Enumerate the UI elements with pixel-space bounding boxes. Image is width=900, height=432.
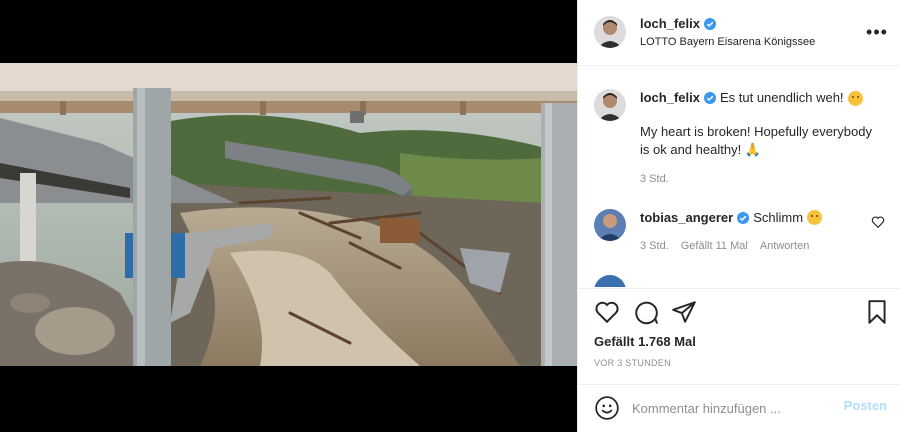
commenter-avatar[interactable]	[594, 209, 626, 241]
comment-like-heart-icon[interactable]	[871, 215, 885, 229]
author-name-row: loch_felix	[640, 16, 716, 31]
caption-text-line1: Es tut unendlich weh!	[719, 90, 844, 105]
post-timestamp: VOR 3 STUNDEN	[594, 358, 671, 368]
partial-commenter-avatar[interactable]	[594, 275, 626, 287]
share-paper-plane-icon[interactable]	[671, 299, 697, 325]
post-sidebar: loch_felix LOTTO Bayern Eisarena Königss…	[577, 0, 900, 432]
more-options-button[interactable]: •••	[865, 22, 889, 42]
pray-emoji: 🙏	[744, 142, 761, 157]
comment-reply-link[interactable]: Antworten	[760, 240, 810, 252]
emoji-picker-icon[interactable]	[594, 395, 620, 421]
post-actions: Gefällt 1.768 Mal VOR 3 STUNDEN	[578, 288, 900, 384]
comment-likes-link[interactable]: Gefällt 11 Mal	[681, 240, 748, 252]
more-horizontal-icon: •••	[866, 21, 888, 42]
caption-username[interactable]: loch_felix	[640, 89, 700, 107]
comment-line: tobias_angerer Schlimm	[640, 210, 823, 225]
caption-text-line2: My heart is broken! Hopefully everybody …	[640, 123, 880, 159]
sad-face-emoji-icon	[847, 90, 863, 106]
save-bookmark-icon[interactable]	[864, 299, 890, 325]
comment-username[interactable]: tobias_angerer	[640, 210, 733, 225]
sad-face-emoji-icon	[807, 210, 823, 225]
post-location[interactable]: LOTTO Bayern Eisarena Königssee	[640, 36, 815, 48]
like-heart-icon[interactable]	[594, 299, 620, 325]
photo-pane	[0, 0, 577, 432]
caption-first-line: loch_felix Es tut unendlich weh!	[640, 89, 885, 107]
author-username[interactable]: loch_felix	[640, 16, 700, 31]
caption-author-avatar[interactable]	[594, 89, 626, 121]
comments-section: loch_felix Es tut unendlich weh! My hear…	[578, 67, 900, 287]
comment-meta: 3 Std. Gefällt 11 Mal Antworten	[640, 240, 809, 252]
comment-text: Schlimm	[753, 210, 804, 225]
author-avatar[interactable]	[594, 16, 626, 48]
post-comment-button[interactable]: Posten	[844, 398, 887, 413]
flood-damage-photo	[0, 63, 577, 366]
likes-count[interactable]: Gefällt 1.768 Mal	[594, 334, 696, 349]
comment-composer: Posten	[578, 384, 900, 432]
verified-badge-icon	[703, 92, 716, 104]
post-photo[interactable]	[0, 63, 577, 366]
verified-badge-icon	[703, 17, 716, 30]
post-header: loch_felix LOTTO Bayern Eisarena Königss…	[578, 0, 900, 66]
caption-time[interactable]: 3 Std.	[640, 173, 669, 185]
verified-badge-icon	[737, 211, 750, 224]
comment-bubble-icon[interactable]	[633, 299, 659, 325]
comment-time[interactable]: 3 Std.	[640, 240, 669, 252]
comment-input[interactable]	[632, 397, 832, 419]
